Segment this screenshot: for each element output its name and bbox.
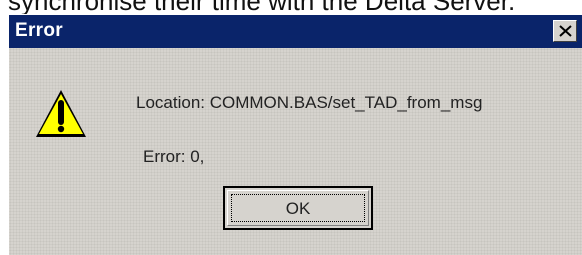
- ok-button[interactable]: OK: [223, 186, 373, 230]
- error-message: Error: 0,: [143, 147, 205, 166]
- error-dialog: Error Location: COMMON.BAS/set_TAD_from_…: [8, 14, 582, 255]
- dialog-titlebar: Error: [9, 15, 582, 48]
- location-message: Location: COMMON.BAS/set_TAD_from_msg: [136, 93, 483, 112]
- close-x-icon: [559, 25, 572, 37]
- warning-icon: [36, 90, 86, 137]
- ok-button-label: OK: [285, 199, 311, 218]
- close-button[interactable]: [553, 20, 577, 42]
- dialog-title: Error: [15, 20, 63, 41]
